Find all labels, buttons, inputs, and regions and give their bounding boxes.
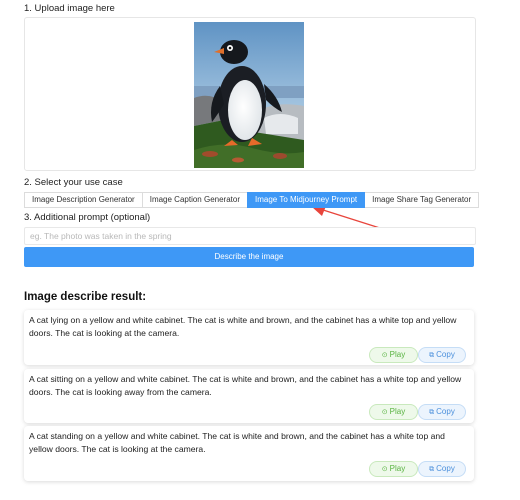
result-heading: Image describe result: <box>24 291 147 303</box>
play-button[interactable]: ⊙ Play <box>369 404 418 420</box>
play-button[interactable]: ⊙ Play <box>369 347 418 363</box>
copy-button[interactable]: ⧉ Copy <box>418 404 466 420</box>
copy-icon: ⧉ <box>429 352 435 359</box>
play-circle-icon: ⊙ <box>381 352 388 359</box>
copy-button[interactable]: ⧉ Copy <box>418 461 466 477</box>
describe-image-button[interactable]: Describe the image <box>24 247 474 267</box>
play-circle-icon: ⊙ <box>381 409 388 416</box>
result-text: A cat standing on a yellow and white cab… <box>29 431 445 454</box>
prompt-step-label: 3. Additional prompt (optional) <box>24 212 151 223</box>
copy-button[interactable]: ⧉ Copy <box>418 347 466 363</box>
upload-step-label: 1. Upload image here <box>24 3 115 14</box>
copy-icon: ⧉ <box>429 466 435 473</box>
tab-image-description-generator[interactable]: Image Description Generator <box>24 192 143 208</box>
result-card: A cat lying on a yellow and white cabine… <box>24 310 474 365</box>
result-text: A cat lying on a yellow and white cabine… <box>29 315 457 338</box>
uploaded-penguin-image <box>194 22 304 168</box>
tab-image-to-midjourney-prompt[interactable]: Image To Midjourney Prompt <box>247 192 366 208</box>
usecase-step-label: 2. Select your use case <box>24 177 123 188</box>
result-text: A cat sitting on a yellow and white cabi… <box>29 374 462 397</box>
play-button[interactable]: ⊙ Play <box>369 461 418 477</box>
additional-prompt-input[interactable] <box>24 227 476 245</box>
tab-image-caption-generator[interactable]: Image Caption Generator <box>141 192 248 208</box>
result-card: A cat sitting on a yellow and white cabi… <box>24 369 474 423</box>
copy-icon: ⧉ <box>429 409 435 416</box>
play-circle-icon: ⊙ <box>381 466 388 473</box>
result-card: A cat standing on a yellow and white cab… <box>24 426 474 481</box>
